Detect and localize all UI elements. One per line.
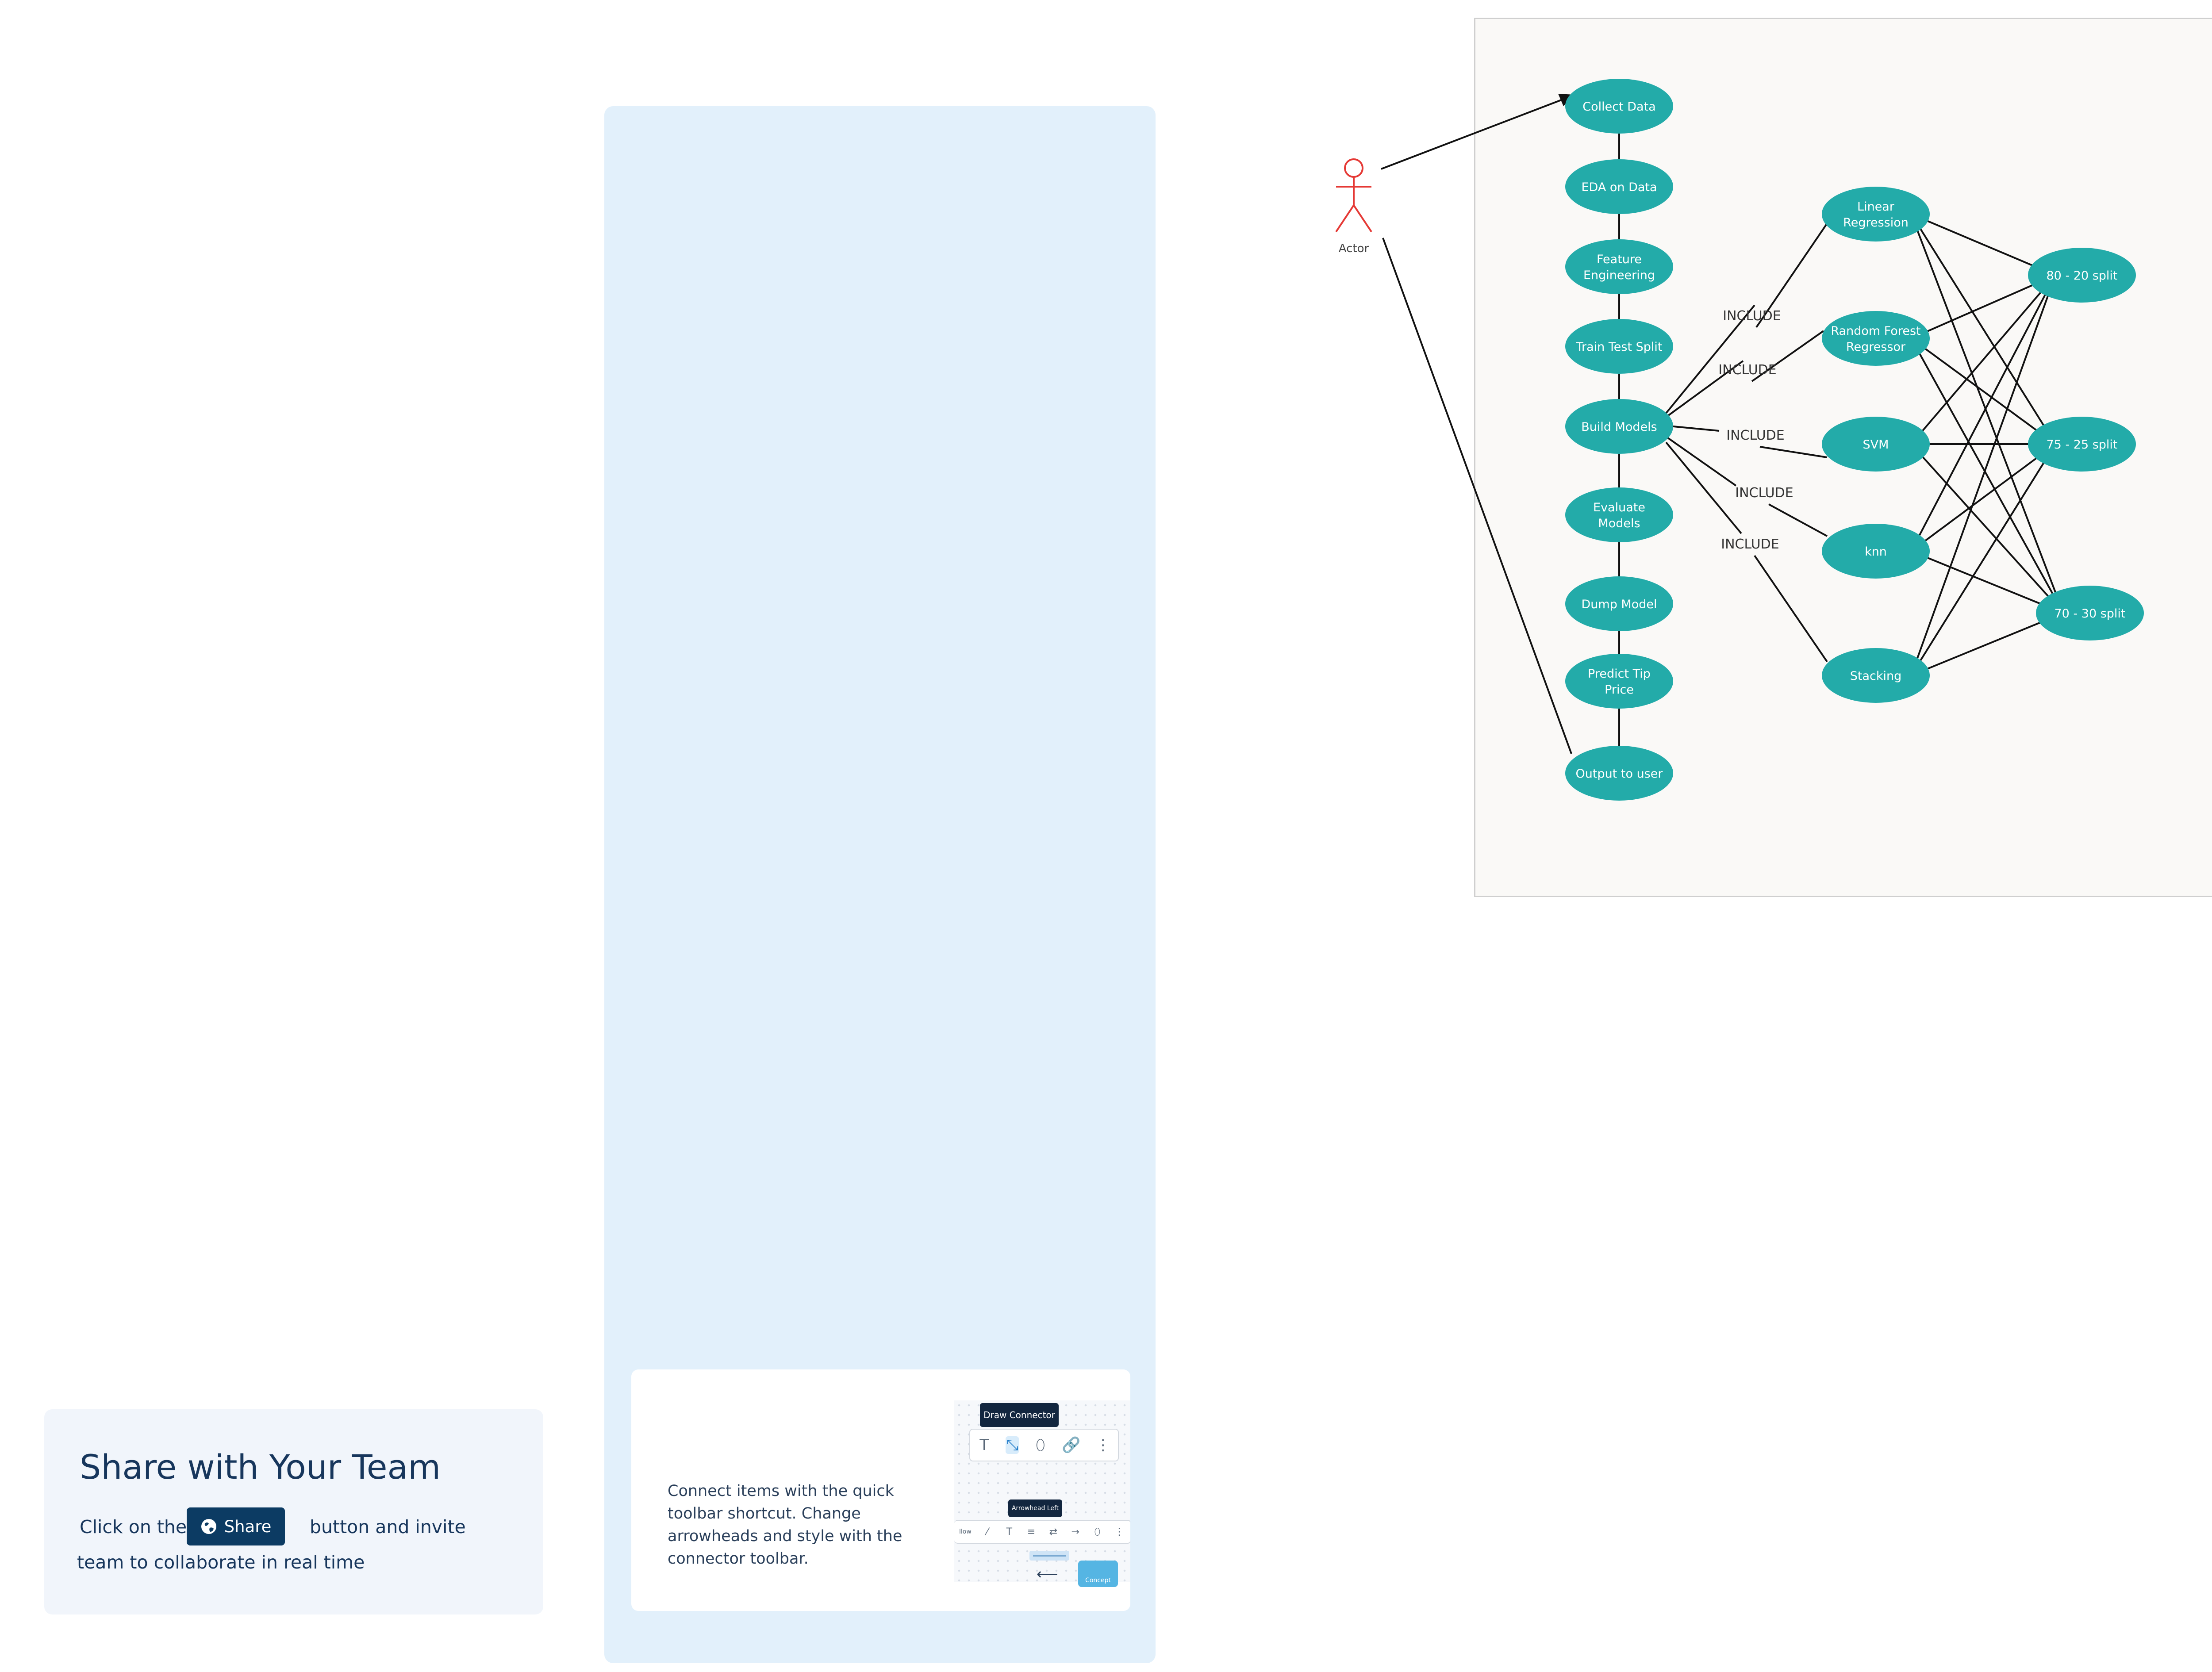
model-node-label: Stacking bbox=[1850, 669, 1902, 683]
line-style-preview bbox=[1029, 1551, 1069, 1561]
quick-toolbar: T ⤡ ⬯ 🔗 ⋮ bbox=[969, 1429, 1119, 1461]
include-connector bbox=[1667, 437, 1737, 487]
model-node-label: SVM bbox=[1863, 438, 1889, 452]
split-node-s70: 70 - 30 split bbox=[2036, 586, 2144, 640]
model-node-label: Regression bbox=[1843, 216, 1909, 230]
pipeline-node-dump: Dump Model bbox=[1565, 576, 1673, 631]
more-options-icon: ⋮ bbox=[1095, 1436, 1111, 1454]
pipeline-node-split: Train Test Split bbox=[1565, 319, 1673, 374]
pen-icon: ⁄ bbox=[986, 1526, 988, 1538]
pipeline-node-label: Price bbox=[1605, 683, 1634, 697]
include-connector bbox=[1768, 503, 1828, 537]
include-connector bbox=[1759, 446, 1828, 458]
share-button[interactable]: Share bbox=[187, 1507, 285, 1545]
actor-to-output-line bbox=[1382, 238, 1572, 754]
model-node-stack: Stacking bbox=[1822, 648, 1930, 703]
pipeline-node-label: Predict Tip bbox=[1588, 667, 1651, 681]
pipeline-node-label: EDA on Data bbox=[1581, 180, 1657, 194]
pipeline-node-ellipse bbox=[1565, 239, 1673, 294]
connector-toolbar: llow ⁄ T ≡ ⇄ → ⬯ ⋮ bbox=[954, 1520, 1130, 1544]
model-node-ellipse bbox=[1822, 187, 1930, 242]
include-label: INCLUDE bbox=[1735, 485, 1793, 501]
model-node-rf: Random Forest Regressor bbox=[1822, 311, 1930, 366]
pipeline-node-label: Feature bbox=[1597, 253, 1642, 266]
connector-tool-icon: ⤡ bbox=[1006, 1436, 1019, 1454]
pipeline-node-label: Build Models bbox=[1581, 420, 1657, 434]
include-connector bbox=[1754, 555, 1828, 663]
model-node-label: Regressor bbox=[1846, 340, 1906, 354]
split-node-label: 70 - 30 split bbox=[2055, 607, 2126, 621]
draw-connector-tooltip: Draw Connector bbox=[980, 1403, 1059, 1427]
pipeline-node-predict: Predict Tip Price bbox=[1565, 654, 1673, 709]
tip-text: Connect items with the quick toolbar sho… bbox=[668, 1482, 902, 1568]
include-connector bbox=[1673, 426, 1720, 432]
pipeline-node-output: Output to user bbox=[1565, 746, 1673, 801]
tip-illustration: Draw Connector T ⤡ ⬯ 🔗 ⋮ Arrowhead Left … bbox=[954, 1400, 1130, 1587]
concept-shape: Concept bbox=[1078, 1561, 1118, 1587]
more-options-icon: ⋮ bbox=[1114, 1526, 1125, 1538]
pipeline-node-label: Evaluate bbox=[1593, 501, 1645, 514]
model-node-ellipse bbox=[1822, 311, 1930, 366]
pipeline-node-label: Models bbox=[1598, 517, 1640, 530]
actor-label: Actor bbox=[1339, 242, 1369, 255]
connector-style-label: llow bbox=[959, 1528, 972, 1535]
share-button-label: Share bbox=[224, 1517, 272, 1536]
share-instruction-line2: team to collaborate in real time bbox=[77, 1552, 365, 1573]
pipeline-node-label: Train Test Split bbox=[1576, 340, 1663, 354]
arrowhead-icon: → bbox=[1071, 1526, 1079, 1538]
pipeline-node-label: Output to user bbox=[1576, 767, 1663, 781]
arrowhead-left-tooltip: Arrowhead Left bbox=[1008, 1499, 1062, 1517]
actor-leg-right bbox=[1353, 204, 1372, 233]
pipeline-node-eda: EDA on Data bbox=[1565, 159, 1673, 214]
arrow-left-icon: ⟵ bbox=[1037, 1566, 1058, 1583]
model-to-split-connector bbox=[1910, 275, 2056, 676]
include-label: INCLUDE bbox=[1726, 428, 1784, 443]
text-tool-icon: T bbox=[979, 1436, 989, 1454]
model-node-label: Random Forest bbox=[1831, 324, 1920, 338]
model-node-knn: knn bbox=[1822, 524, 1930, 579]
split-node-s80: 80 - 20 split bbox=[2028, 248, 2136, 303]
actor-to-collect-arrow bbox=[1381, 96, 1571, 170]
line-style-icon: ≡ bbox=[1027, 1526, 1036, 1538]
pipeline-node-ellipse bbox=[1565, 487, 1673, 542]
include-label: INCLUDE bbox=[1718, 362, 1776, 378]
actor-figure bbox=[1335, 158, 1372, 233]
connector-lines bbox=[1381, 96, 2064, 754]
include-label: INCLUDE bbox=[1721, 537, 1779, 552]
share-card: Share with Your Team Click on the Share … bbox=[44, 1409, 543, 1614]
split-node-label: 75 - 25 split bbox=[2047, 438, 2118, 452]
model-node-svm: SVM bbox=[1822, 417, 1930, 472]
include-label: INCLUDE bbox=[1723, 308, 1781, 324]
model-to-split-connector bbox=[1910, 338, 2064, 614]
split-node-label: 80 - 20 split bbox=[2047, 269, 2118, 283]
model-to-split-connector bbox=[1910, 274, 2056, 445]
share-instruction-prefix: Click on the bbox=[80, 1516, 187, 1538]
actor-leg-left bbox=[1335, 204, 1355, 233]
swap-arrows-icon: ⇄ bbox=[1049, 1526, 1058, 1538]
model-node-lr: Linear Regression bbox=[1822, 187, 1930, 242]
link-tool-icon: 🔗 bbox=[1062, 1436, 1081, 1454]
share-title: Share with Your Team bbox=[80, 1447, 441, 1487]
shape-tool-icon: ⬯ bbox=[1036, 1436, 1045, 1454]
model-node-label: Linear bbox=[1857, 200, 1895, 214]
text-tool-icon: T bbox=[1006, 1526, 1013, 1538]
pipeline-node-label: Dump Model bbox=[1582, 598, 1657, 611]
model-node-label: knn bbox=[1865, 545, 1887, 559]
actor-head bbox=[1344, 158, 1363, 178]
shape-tool-icon: ⬯ bbox=[1094, 1526, 1101, 1538]
pipeline-node-ellipse bbox=[1565, 654, 1673, 709]
pipeline-node-evaluate: Evaluate Models bbox=[1565, 487, 1673, 542]
pipeline-node-label: Engineering bbox=[1583, 268, 1655, 282]
connector-tip-card: Connect items with the quick toolbar sho… bbox=[631, 1369, 1130, 1611]
globe-icon bbox=[201, 1519, 216, 1534]
include-connector bbox=[1665, 441, 1742, 534]
split-node-s75: 75 - 25 split bbox=[2028, 417, 2136, 472]
pipeline-node-collect: Collect Data bbox=[1565, 79, 1673, 134]
model-to-split-connector bbox=[1910, 337, 2056, 445]
share-instruction-suffix: button and invite bbox=[310, 1516, 466, 1538]
model-to-split-connector bbox=[1910, 275, 2056, 552]
pipeline-node-build: Build Models bbox=[1565, 399, 1673, 454]
pipeline-node-feature: Feature Engineering bbox=[1565, 239, 1673, 294]
pipeline-node-label: Collect Data bbox=[1582, 100, 1655, 114]
